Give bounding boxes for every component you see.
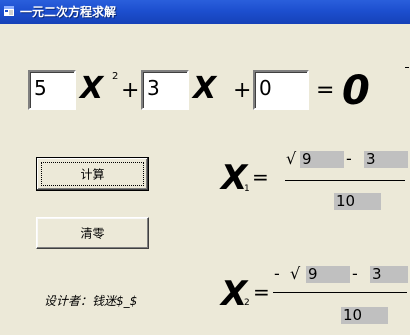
right-hand-side-zero: 0 bbox=[342, 68, 370, 114]
root2-sign: - bbox=[274, 264, 280, 283]
title-bar[interactable]: 一元二次方程求解 bbox=[0, 0, 410, 24]
equals-sign: = bbox=[316, 78, 335, 103]
plus-sign-2: + bbox=[233, 78, 252, 103]
root2-radicand-label: 9 bbox=[306, 266, 350, 283]
root1-denominator-label: 10 bbox=[334, 193, 381, 210]
coefficient-b-input[interactable]: 3 bbox=[141, 70, 189, 110]
root1-sqrt-symbol: √ bbox=[286, 149, 297, 168]
root1-denominator: 10 bbox=[336, 192, 356, 210]
window-title: 一元二次方程求解 bbox=[20, 5, 117, 19]
clear-button-label: 清零 bbox=[80, 226, 105, 241]
root2-denominator: 10 bbox=[343, 306, 363, 324]
designer-credit: 设计者：钱迷$_$ bbox=[44, 294, 138, 308]
calculate-button[interactable]: 计算 bbox=[36, 157, 149, 191]
exponent-two: 2 bbox=[112, 71, 119, 82]
root2-sqrt-symbol: √ bbox=[290, 264, 301, 283]
plus-sign-1: + bbox=[121, 78, 140, 103]
main-window: 一元二次方程求解 5 X 2 + 3 X + 0 = 0 计算 清零 X 1 =… bbox=[0, 0, 410, 335]
x-squared-variable: X bbox=[80, 71, 104, 106]
coefficient-b-value: 3 bbox=[147, 76, 160, 100]
clear-button[interactable]: 清零 bbox=[36, 217, 149, 249]
app-icon bbox=[4, 6, 14, 16]
calculate-button-label: 计算 bbox=[80, 167, 105, 182]
root1-b-label: 3 bbox=[364, 151, 408, 168]
root1-radicand-label: 9 bbox=[300, 151, 344, 168]
root1-minus: - bbox=[346, 149, 352, 168]
coefficient-a-input[interactable]: 5 bbox=[28, 70, 76, 110]
root1-fraction-line bbox=[285, 180, 405, 181]
coefficient-c-input[interactable]: 0 bbox=[253, 70, 309, 110]
root1-radicand: 9 bbox=[302, 150, 312, 168]
coefficient-a-value: 5 bbox=[34, 76, 47, 100]
root2-radicand: 9 bbox=[308, 265, 318, 283]
root2-subscript: 2 bbox=[244, 298, 250, 308]
root2-b-label: 3 bbox=[370, 266, 408, 283]
coefficient-c-value: 0 bbox=[259, 76, 272, 100]
edge-mark bbox=[405, 67, 409, 68]
x-variable: X bbox=[193, 71, 217, 106]
root2-minus: - bbox=[352, 264, 358, 283]
root2-fraction-line bbox=[273, 292, 407, 293]
root2-denominator-label: 10 bbox=[341, 307, 388, 324]
root1-equals: = bbox=[252, 165, 269, 189]
root1-subscript: 1 bbox=[244, 184, 250, 194]
root2-equals: = bbox=[253, 280, 270, 304]
root1-b-value: 3 bbox=[366, 150, 376, 168]
root2-b-value: 3 bbox=[372, 265, 382, 283]
